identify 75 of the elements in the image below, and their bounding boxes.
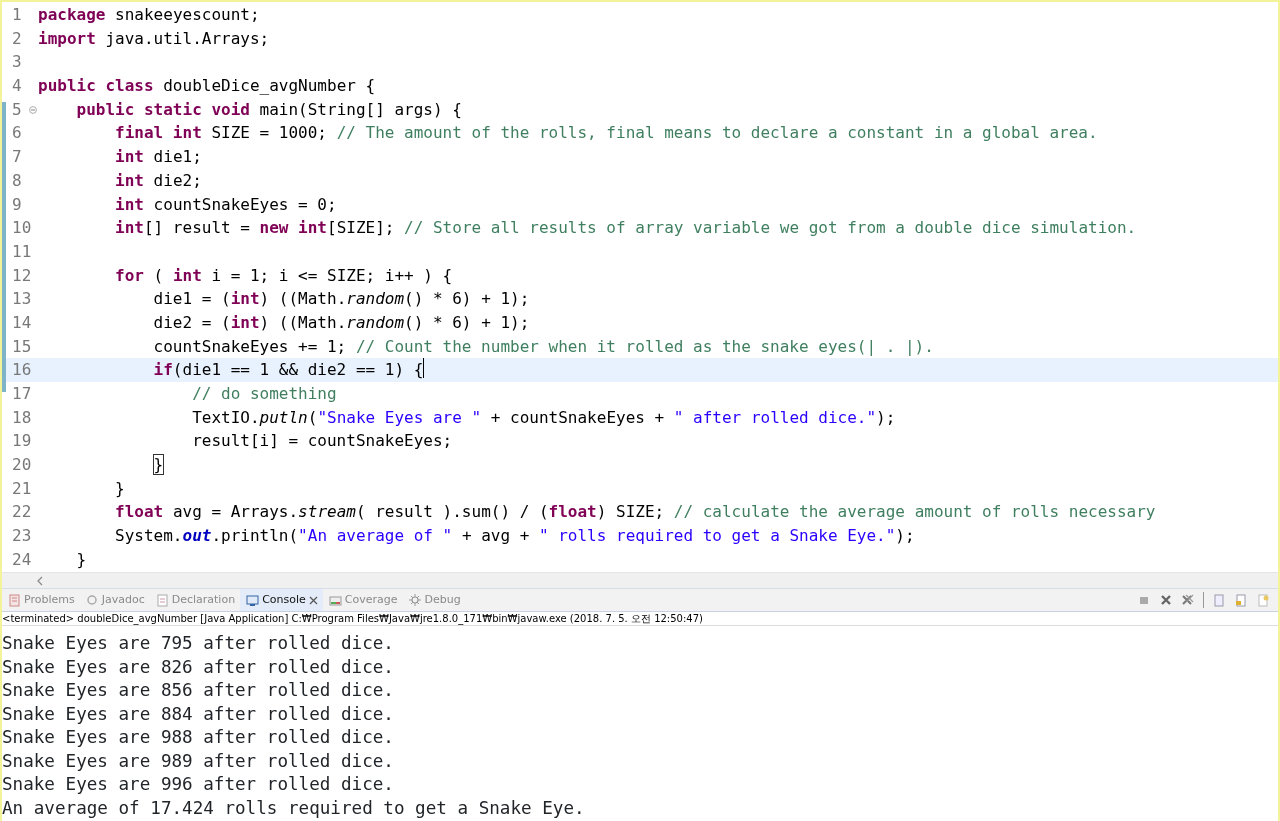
line-number: 13 (12, 289, 32, 309)
chevron-left-icon[interactable] (36, 575, 44, 586)
code-line: int countSnakeEyes = 0; (114, 193, 337, 216)
line-number: 11 (12, 241, 32, 261)
line-number: 10 (12, 218, 32, 238)
fold-icon[interactable] (29, 105, 37, 114)
console-line: Snake Eyes are 989 after rolled dice. (2, 749, 395, 773)
code-line: final int SIZE = 1000; // The amount of the rolls, final means to declare a constant in a global area. (114, 122, 1098, 145)
line-number: 14 (12, 312, 32, 332)
code-line: System.out.println("An average of " + avg + " rolls required to get a Snake Eye."); (114, 525, 915, 548)
code-line: } (75, 548, 87, 571)
console-line: Snake Eyes are 856 after rolled dice. (2, 679, 395, 702)
horizontal-scrollbar[interactable] (2, 572, 1278, 588)
line-number: 22 (12, 502, 32, 522)
line-number: 17 (12, 384, 32, 403)
line-number: 18 (12, 407, 32, 427)
code-line: // do something (191, 383, 337, 405)
view-tab[interactable]: Problems (2, 589, 80, 611)
line-number: 21 (12, 478, 32, 498)
line-number: 24 (12, 549, 32, 569)
view-tab[interactable]: Coverage (322, 589, 403, 611)
line-number: 4 (12, 76, 22, 96)
launch-info: <terminated> doubleDice_avgNumber [Java Application] C:₩Program Files₩Java₩jre1.8.0_171₩bin₩javaw.exe (2018. 7. 5. 오전 12:50:47) (2, 612, 1278, 626)
monitor-icon (245, 593, 260, 607)
line-number: 12 (12, 265, 32, 285)
code-line: import java.util.Arrays; (38, 27, 270, 50)
code-line: } (152, 454, 164, 477)
code-line: result[i] = countSnakeEyes; (191, 430, 453, 453)
document-icon (154, 593, 169, 607)
pin-document-icon[interactable] (1256, 593, 1270, 607)
document-icon[interactable] (1212, 593, 1226, 607)
line-number: 6 (12, 123, 22, 143)
line-number: 1 (12, 5, 22, 24)
line-number: 2 (12, 28, 22, 48)
view-tab[interactable]: Declaration (149, 589, 241, 611)
console-line: Snake Eyes are 996 after rolled dice. (2, 773, 395, 796)
console-line: Snake Eyes are 826 after rolled dice. (2, 655, 395, 679)
code-line: die1 = (int) ((Math.random() * 6) + 1); (152, 288, 530, 311)
code-line: package snakeeyescount; (38, 4, 260, 26)
code-line: public static void main(String[] args) { (75, 98, 462, 121)
code-line: int die2; (114, 169, 202, 192)
line-number: 20 (12, 455, 32, 475)
remove-icon[interactable] (1159, 593, 1173, 607)
code-line: int die1; (114, 146, 202, 169)
view-tab[interactable]: Console (240, 589, 323, 611)
circle-icon (84, 593, 99, 607)
console-line: Snake Eyes are 988 after rolled dice. (2, 726, 395, 749)
code-line: TextIO.putln("Snake Eyes are " + countSnakeEyes + " after rolled dice."); (191, 406, 896, 429)
line-number: 15 (12, 336, 32, 356)
line-number: 23 (12, 526, 32, 546)
code-line: countSnakeEyes += 1; // Count the number when it rolled as the snake eyes(| . |). (152, 335, 934, 358)
view-tab[interactable]: Javadoc (79, 589, 150, 611)
close-icon[interactable] (308, 595, 318, 605)
code-line: int[] result = new int[SIZE]; // Store all results of array variable we got from a double dice simulation. (114, 217, 1137, 240)
console-line: Snake Eyes are 795 after rolled dice. (2, 632, 395, 655)
clipboard-icon (7, 593, 21, 607)
view-tab[interactable]: Debug (402, 589, 466, 611)
line-number: 3 (12, 52, 22, 72)
line-number: 19 (12, 431, 32, 451)
line-number: 9 (12, 194, 22, 214)
line-number: 16 (12, 360, 32, 380)
line-number: 7 (12, 147, 22, 167)
text-cursor (423, 358, 425, 379)
lock-document-icon[interactable] (1234, 593, 1248, 607)
code-line: die2 = (int) ((Math.random() * 6) + 1); (152, 311, 530, 334)
code-line: for ( int i = 1; i <= SIZE; i++ ) { (114, 264, 453, 287)
console-line: Snake Eyes are 884 after rolled dice. (2, 702, 395, 726)
console-line: An average of 17.424 rolls required to get a Snake Eye. (2, 796, 586, 820)
code-line: } (114, 477, 125, 500)
remove-all-icon[interactable] (1181, 593, 1195, 607)
line-number: 8 (12, 170, 22, 190)
line-number: 5 (12, 99, 22, 119)
code-line: if(die1 == 1 && die2 == 1) { (152, 359, 424, 382)
code-line: float avg = Arrays.stream( result ).sum() / (float) SIZE; // calculate the average amount of rolls necessary (114, 501, 1156, 524)
code-line: public class doubleDice_avgNumber { (38, 75, 376, 98)
